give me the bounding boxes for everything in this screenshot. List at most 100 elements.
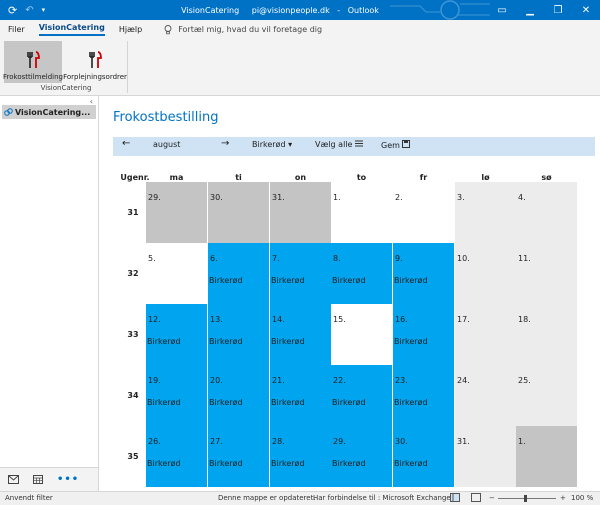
- undo-icon[interactable]: ↶: [25, 5, 33, 16]
- calendar-day-cell[interactable]: 10.: [455, 243, 516, 304]
- window-title-app: VisionCatering: [181, 5, 240, 15]
- booking-location: Birkerød: [332, 276, 366, 285]
- location-dropdown[interactable]: Birkerød ▾: [252, 140, 292, 149]
- calendar-day-cell[interactable]: 29. Birkerød: [331, 426, 392, 487]
- calendar-day-cell[interactable]: 11.: [516, 243, 577, 304]
- day-number: 25.: [518, 376, 531, 385]
- calendar-day-cell[interactable]: 12. Birkerød: [146, 304, 207, 365]
- booking-location: Birkerød: [147, 459, 181, 468]
- week-number: 34: [127, 391, 139, 400]
- zoom-in-button[interactable]: +: [560, 494, 566, 502]
- calendar-day-cell[interactable]: 1.: [331, 182, 392, 243]
- calendar-day-cell[interactable]: 24.: [455, 365, 516, 426]
- calendar-day-cell[interactable]: 23. Birkerød: [393, 365, 454, 426]
- calendar-day-cell[interactable]: 30. Birkerød: [393, 426, 454, 487]
- save-label: Gem: [381, 141, 400, 150]
- day-number: 4.: [518, 193, 526, 202]
- day-number: 27.: [210, 437, 223, 446]
- calendar-day-cell[interactable]: 31.: [455, 426, 516, 487]
- menu-file[interactable]: Filer: [8, 25, 25, 34]
- folder-visioncatering[interactable]: VisionCatering...: [2, 105, 96, 119]
- calendar-day-cell[interactable]: 2.: [393, 182, 454, 243]
- calendar-day-cell[interactable]: 22. Birkerød: [331, 365, 392, 426]
- reading-view-icon[interactable]: [471, 493, 481, 504]
- day-number: 1.: [333, 193, 341, 202]
- month-label: august: [153, 140, 181, 149]
- tell-me-box[interactable]: Fortæl mig, hvad du vil foretage dig: [164, 24, 322, 35]
- calendar-day-cell[interactable]: 9. Birkerød: [393, 243, 454, 304]
- calendar-day-cell[interactable]: 6. Birkerød: [208, 243, 269, 304]
- booking-location: Birkerød: [394, 337, 428, 346]
- calendar-day-cell[interactable]: 5.: [146, 243, 207, 304]
- calendar-day-cell[interactable]: 31.: [270, 182, 331, 243]
- calendar-day-cell[interactable]: 28. Birkerød: [270, 426, 331, 487]
- calendar-day-cell[interactable]: 17.: [455, 304, 516, 365]
- calendar-day-cell[interactable]: 15.: [331, 304, 392, 365]
- minimize-button[interactable]: ▁: [516, 5, 544, 16]
- next-month-button[interactable]: →: [221, 138, 229, 149]
- day-number: 29.: [148, 193, 161, 202]
- calendar-day-cell[interactable]: 8. Birkerød: [331, 243, 392, 304]
- refresh-icon[interactable]: ⟳: [8, 4, 17, 17]
- navigation-bar: •••: [0, 467, 99, 491]
- folder-pane: ‹ VisionCatering...: [0, 96, 99, 467]
- day-number: 19.: [148, 376, 161, 385]
- booking-location: Birkerød: [147, 337, 181, 346]
- day-number: 15.: [333, 315, 346, 324]
- day-number: 5.: [148, 254, 156, 263]
- calendar-day-cell[interactable]: 13. Birkerød: [208, 304, 269, 365]
- day-number: 28.: [272, 437, 285, 446]
- day-number: 13.: [210, 315, 223, 324]
- circuit-decoration-icon: [390, 0, 490, 20]
- dropdown-icon[interactable]: ▾: [42, 6, 46, 14]
- zoom-out-button[interactable]: −: [489, 494, 495, 502]
- day-number: 2.: [395, 193, 403, 202]
- prev-month-button[interactable]: ←: [122, 138, 130, 149]
- day-header-0: ma: [169, 173, 184, 182]
- ribbon-display-button[interactable]: ▭: [488, 5, 516, 16]
- zoom-slider[interactable]: [498, 498, 556, 499]
- day-number: 26.: [148, 437, 161, 446]
- calendar-day-cell[interactable]: 1.: [516, 426, 577, 487]
- more-icon[interactable]: •••: [57, 474, 79, 485]
- forplejningsordrer-button[interactable]: Forplejningsordrer: [63, 41, 127, 83]
- calendar-day-cell[interactable]: 25.: [516, 365, 577, 426]
- day-number: 18.: [518, 315, 531, 324]
- calendar-icon[interactable]: [33, 475, 43, 484]
- status-bar: Anvendt filter Denne mappe er opdateret.…: [0, 491, 600, 505]
- calendar-day-cell[interactable]: 21. Birkerød: [270, 365, 331, 426]
- calendar-day-cell[interactable]: 29.: [146, 182, 207, 243]
- select-all-button[interactable]: Vælg alle: [315, 140, 363, 149]
- zoom-slider-handle[interactable]: [524, 495, 527, 502]
- menu-help[interactable]: Hjælp: [119, 25, 142, 34]
- day-header-5: lø: [481, 173, 490, 182]
- close-button[interactable]: ✕: [572, 5, 600, 16]
- connection-status: Har forbindelse til : Microsoft Exchange: [313, 494, 451, 502]
- booking-location: Birkerød: [209, 337, 243, 346]
- calendar-day-cell[interactable]: 3.: [455, 182, 516, 243]
- calendar-day-cell[interactable]: 18.: [516, 304, 577, 365]
- calendar-day-cell[interactable]: 19. Birkerød: [146, 365, 207, 426]
- calendar-day-cell[interactable]: 20. Birkerød: [208, 365, 269, 426]
- calendar-day-cell[interactable]: 30.: [208, 182, 269, 243]
- frokosttilmelding-button[interactable]: Frokosttilmelding: [3, 41, 63, 83]
- menu-bar: Filer VisionCatering Hjælp Fortæl mig, h…: [0, 20, 600, 39]
- menu-visioncatering[interactable]: VisionCatering: [38, 23, 105, 36]
- normal-view-icon[interactable]: [450, 493, 460, 504]
- calendar-day-cell[interactable]: 26. Birkerød: [146, 426, 207, 487]
- day-header-4: fr: [419, 173, 428, 182]
- mail-icon[interactable]: [8, 475, 19, 484]
- day-number: 31.: [272, 193, 285, 202]
- link-icon: [4, 108, 13, 116]
- window-title-account: pi@visionpeople.dk: [251, 5, 330, 15]
- booking-location: Birkerød: [394, 459, 428, 468]
- chevron-down-icon: ▾: [288, 140, 293, 149]
- save-button[interactable]: Gem: [381, 140, 411, 150]
- calendar-day-cell[interactable]: 14. Birkerød: [270, 304, 331, 365]
- restore-button[interactable]: ❐: [544, 5, 572, 16]
- calendar-day-cell[interactable]: 7. Birkerød: [270, 243, 331, 304]
- day-number: 3.: [457, 193, 465, 202]
- calendar-day-cell[interactable]: 16. Birkerød: [393, 304, 454, 365]
- calendar-day-cell[interactable]: 27. Birkerød: [208, 426, 269, 487]
- calendar-day-cell[interactable]: 4.: [516, 182, 577, 243]
